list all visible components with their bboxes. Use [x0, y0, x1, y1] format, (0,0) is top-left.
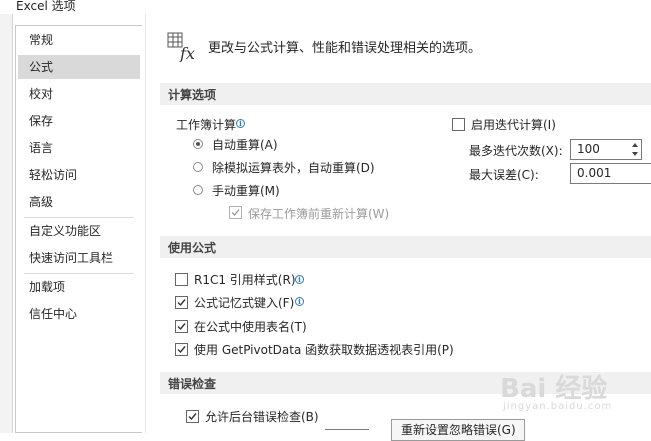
- recalc-before-save-checkbox[interactable]: [229, 206, 242, 219]
- options-sidebar: 常规 公式 校对 保存 语言 轻松访问 高级 自定义功能区 快速访问工具栏 加载…: [15, 25, 142, 433]
- background-error-check-label[interactable]: 允许后台错误检查(B): [205, 408, 319, 425]
- watermark-url: jingyan.baidu.com: [503, 401, 613, 412]
- sidebar-item-general[interactable]: 常规: [16, 28, 141, 52]
- iterative-calc-checkbox[interactable]: [452, 118, 465, 131]
- svg-text:fx: fx: [179, 44, 195, 62]
- title-bar: Excel 选项: [0, 0, 651, 14]
- section-calculation-options: 计算选项: [160, 83, 651, 105]
- section-working-with-formulas: 使用公式: [160, 236, 651, 258]
- window-title: Excel 选项: [16, 0, 76, 13]
- radio-automatic[interactable]: [193, 139, 203, 149]
- max-iterations-spinner[interactable]: [629, 140, 641, 159]
- formula-autocomplete-checkbox[interactable]: [175, 296, 188, 309]
- pane-divider: [145, 14, 146, 433]
- background-sheet-edge: [0, 14, 13, 433]
- background-error-check-checkbox[interactable]: [186, 410, 199, 423]
- radio-automatic-label[interactable]: 自动重算(A): [212, 136, 278, 153]
- sidebar-item-quick-access-toolbar[interactable]: 快速访问工具栏: [16, 246, 141, 270]
- getpivotdata-label[interactable]: 使用 GetPivotData 函数获取数据透视表引用(P): [194, 341, 454, 358]
- sidebar-item-proofing[interactable]: 校对: [16, 82, 141, 106]
- reset-ignored-errors-button[interactable]: 重新设置忽略错误(G): [391, 419, 525, 441]
- table-names-checkbox[interactable]: [175, 320, 188, 333]
- sidebar-item-save[interactable]: 保存: [16, 109, 141, 133]
- radio-automatic-except-tables[interactable]: [193, 162, 203, 172]
- sidebar-item-add-ins[interactable]: 加载项: [16, 275, 141, 299]
- sidebar-divider: [24, 217, 134, 218]
- section-title: 错误检查: [168, 377, 217, 391]
- sidebar-item-language[interactable]: 语言: [16, 136, 141, 160]
- section-title: 计算选项: [168, 88, 217, 102]
- formula-autocomplete-label[interactable]: 公式记忆式键入(F): [194, 294, 294, 311]
- max-change-input[interactable]: 0.001: [570, 163, 651, 184]
- sidebar-item-trust-center[interactable]: 信任中心: [16, 302, 141, 326]
- radio-manual[interactable]: [193, 185, 203, 195]
- header-description: 更改与公式计算、性能和错误处理相关的选项。: [208, 41, 482, 56]
- sidebar-item-accessibility[interactable]: 轻松访问: [16, 163, 141, 187]
- info-icon[interactable]: i: [295, 297, 304, 306]
- watermark-logo: Bai 经验: [500, 374, 608, 404]
- workbook-calc-label: 工作簿计算: [176, 118, 237, 132]
- max-change-label: 最大误差(C):: [469, 168, 539, 182]
- table-names-label[interactable]: 在公式中使用表名(T): [194, 318, 307, 335]
- sidebar-item-customize-ribbon[interactable]: 自定义功能区: [16, 219, 141, 243]
- formula-fx-icon: fx: [167, 32, 201, 63]
- sidebar-item-formulas[interactable]: 公式: [18, 55, 140, 79]
- max-iterations-label: 最多迭代次数(X):: [469, 144, 563, 158]
- r1c1-checkbox[interactable]: [175, 273, 188, 286]
- info-icon[interactable]: i: [236, 119, 245, 128]
- sidebar-divider: [24, 273, 134, 274]
- section-title: 使用公式: [168, 241, 217, 255]
- radio-automatic-except-tables-label[interactable]: 除模拟运算表外，自动重算(D): [212, 159, 375, 176]
- getpivotdata-checkbox[interactable]: [175, 343, 188, 356]
- r1c1-label[interactable]: R1C1 引用样式(R): [194, 271, 296, 288]
- radio-manual-label[interactable]: 手动重算(M): [212, 182, 280, 199]
- error-color-picker[interactable]: [325, 429, 369, 430]
- sidebar-item-advanced[interactable]: 高级: [16, 190, 141, 214]
- info-icon[interactable]: i: [295, 275, 304, 284]
- recalc-before-save-label: 保存工作簿前重新计算(W): [248, 207, 390, 221]
- iterative-calc-label[interactable]: 启用迭代计算(I): [471, 116, 556, 133]
